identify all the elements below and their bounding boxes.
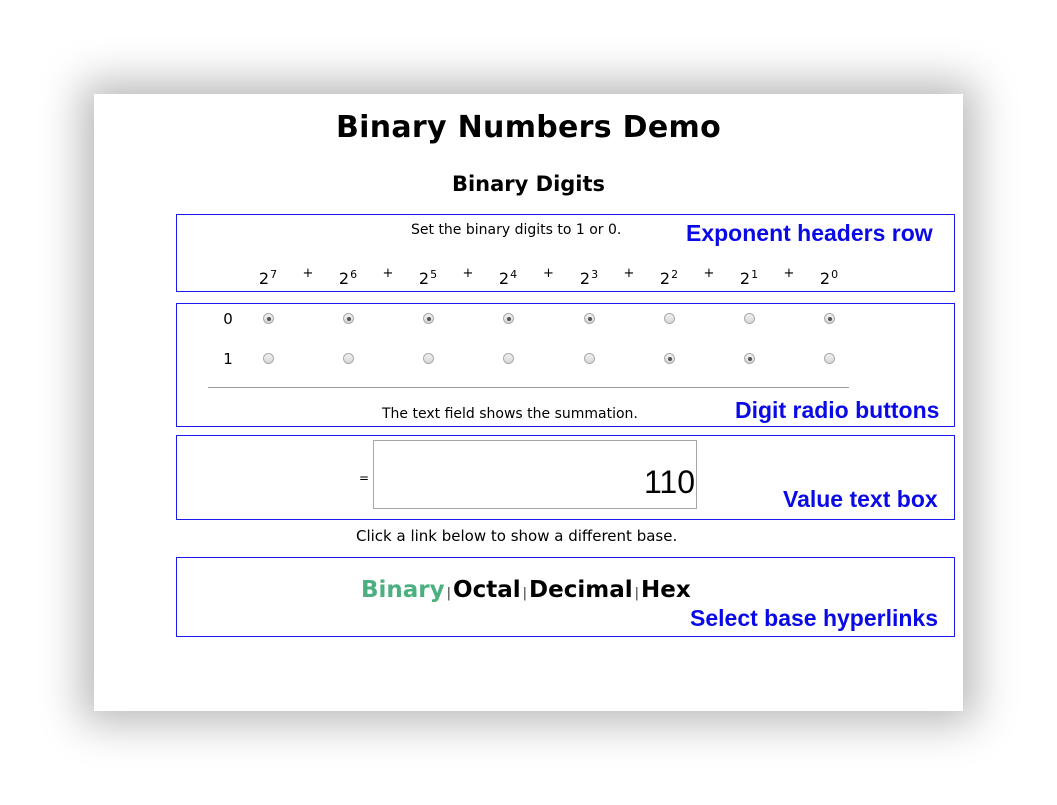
link-octal[interactable]: Octal [453, 577, 521, 603]
digit-radio-zero[interactable] [664, 313, 675, 324]
plus-sign: + [703, 266, 715, 281]
digit-radio-one[interactable] [263, 353, 274, 364]
exponent-power: 2 [671, 268, 679, 281]
digit-radio-zero[interactable] [343, 313, 354, 324]
exponent-base: 2 [739, 269, 751, 288]
exponent-header: 24 [493, 268, 523, 288]
instruction-text: Set the binary digits to 1 or 0. [411, 222, 622, 238]
separator: | [446, 586, 452, 601]
exponent-power: 5 [430, 268, 438, 281]
plus-sign: + [462, 266, 474, 281]
exponent-header: 27 [253, 268, 283, 288]
digit-radio-annotation: Digit radio buttons [735, 397, 940, 423]
link-binary[interactable]: Binary [361, 577, 445, 603]
digit-radio-one[interactable] [343, 353, 354, 364]
digit-radio-zero[interactable] [584, 313, 595, 324]
equals-sign: = [359, 471, 370, 485]
base-links-annotation: Select base hyperlinks [690, 605, 939, 631]
digit-radio-zero[interactable] [824, 313, 835, 324]
exponent-power: 0 [831, 268, 839, 281]
link-decimal[interactable]: Decimal [529, 577, 633, 603]
plus-sign: + [302, 266, 314, 281]
exponent-header: 22 [654, 268, 684, 288]
link-hex[interactable]: Hex [641, 577, 691, 603]
exponent-power: 3 [591, 268, 599, 281]
base-links: Binary |Octal |Decimal |Hex [361, 577, 691, 603]
digit-radio-one[interactable] [744, 353, 755, 364]
digit-radio-zero[interactable] [503, 313, 514, 324]
exponent-header: 21 [734, 268, 764, 288]
digit-radio-one[interactable] [824, 353, 835, 364]
digit-radio-zero[interactable] [263, 313, 274, 324]
digit-radio-one[interactable] [503, 353, 514, 364]
divider [208, 387, 849, 388]
value-box-annotation: Value text box [783, 486, 938, 512]
section-title: Binary Digits [451, 172, 606, 196]
exponent-base: 2 [258, 269, 270, 288]
exponent-base: 2 [819, 269, 831, 288]
exponent-header: 20 [814, 268, 844, 288]
plus-sign: + [382, 266, 394, 281]
exponent-power: 7 [270, 268, 278, 281]
exponent-base: 2 [498, 269, 510, 288]
digit-radio-one[interactable] [664, 353, 675, 364]
summation-text: The text field shows the summation. [382, 406, 638, 422]
value-text-box[interactable] [373, 440, 697, 509]
page-title: Binary Numbers Demo [335, 110, 721, 145]
plus-sign: + [783, 266, 795, 281]
base-instruction-text: Click a link below to show a different b… [356, 527, 678, 545]
exponent-header: 26 [333, 268, 363, 288]
exponent-headers-annotation: Exponent headers row [686, 220, 933, 246]
exponent-base: 2 [338, 269, 350, 288]
digit-radio-zero[interactable] [423, 313, 434, 324]
digit-radio-zero[interactable] [744, 313, 755, 324]
digit-radio-one[interactable] [584, 353, 595, 364]
digit-radio-one[interactable] [423, 353, 434, 364]
exponent-power: 6 [350, 268, 358, 281]
separator: | [634, 586, 640, 601]
row-label-one: 1 [223, 350, 233, 368]
exponent-header: 25 [413, 268, 443, 288]
exponent-header: 23 [574, 268, 604, 288]
separator: | [522, 586, 528, 601]
exponent-base: 2 [659, 269, 671, 288]
exponent-power: 1 [751, 268, 759, 281]
exponent-base: 2 [418, 269, 430, 288]
row-label-zero: 0 [223, 310, 233, 328]
plus-sign: + [623, 266, 635, 281]
exponent-power: 4 [510, 268, 518, 281]
plus-sign: + [543, 266, 554, 281]
exponent-base: 2 [579, 269, 591, 288]
